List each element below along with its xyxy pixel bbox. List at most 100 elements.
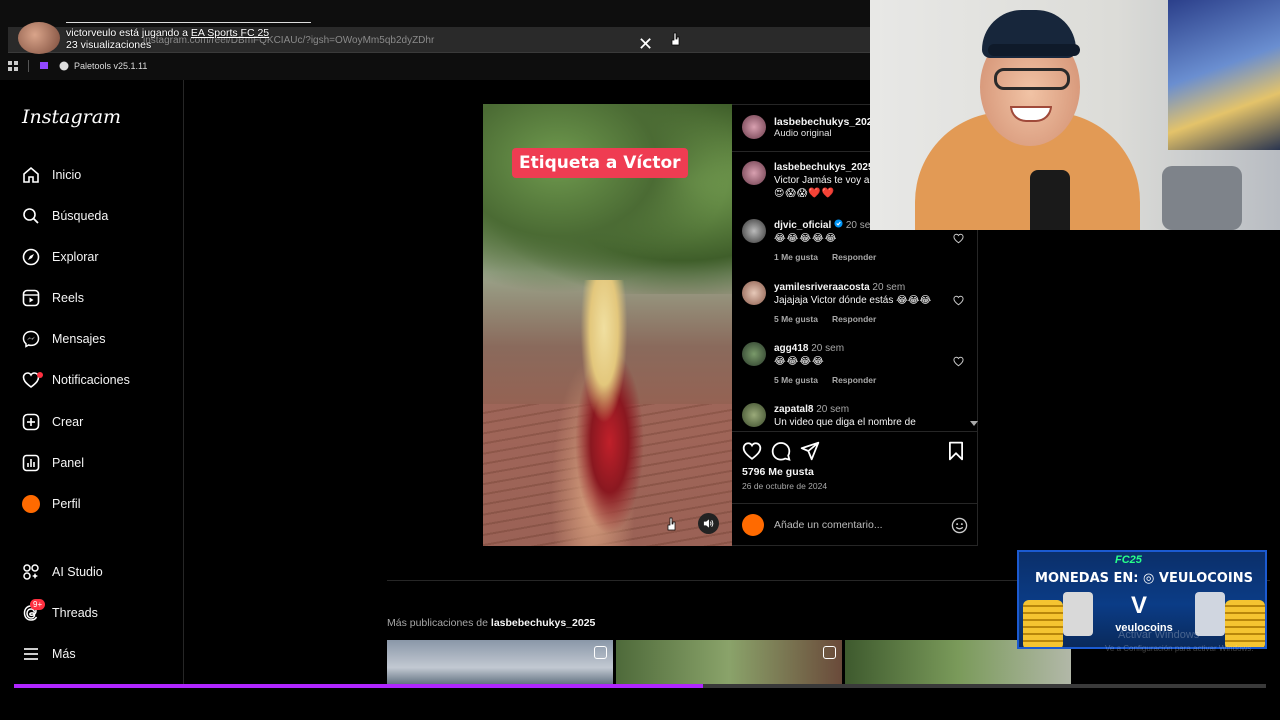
- stream-progress-fill: [14, 684, 703, 688]
- notification-dot: [37, 372, 43, 378]
- fc25-logo: FC25: [1115, 554, 1142, 566]
- sidebar-item-inicio[interactable]: Inicio: [22, 163, 81, 187]
- reel-indicator-icon: [823, 646, 836, 659]
- reply-button[interactable]: Responder: [832, 314, 876, 324]
- comment-avatar[interactable]: [742, 342, 766, 366]
- sidebar-item-mensajes[interactable]: Mensajes: [22, 327, 106, 351]
- reply-button[interactable]: Responder: [832, 375, 876, 385]
- bookmark-paletools[interactable]: Paletools v25.1.11: [59, 61, 147, 71]
- sidebar-item-busqueda[interactable]: Búsqueda: [22, 204, 108, 228]
- sidebar: Instagram Inicio Búsqueda Explorar Reels…: [0, 80, 184, 686]
- sidebar-item-crear[interactable]: Crear: [22, 410, 83, 434]
- sidebar-item-label: Panel: [52, 456, 84, 470]
- author-username[interactable]: lasbebechukys_2025: [774, 116, 879, 128]
- comment-input[interactable]: Añade un comentario...: [774, 519, 941, 531]
- post-actions: [742, 441, 968, 463]
- stream-game-link[interactable]: EA Sports FC 25: [191, 27, 269, 39]
- actions-divider: [732, 431, 978, 432]
- threads-icon-wrap: 9+: [22, 599, 46, 622]
- comment-username[interactable]: zapatal8: [774, 404, 813, 415]
- promo-title: MONEDAS EN: ◎ VEULOCOINS: [1035, 571, 1253, 586]
- emoji-icon[interactable]: [951, 517, 968, 534]
- sidebar-item-explorar[interactable]: Explorar: [22, 245, 99, 269]
- sidebar-item-label: AI Studio: [52, 565, 103, 579]
- audio-label[interactable]: Audio original: [774, 128, 879, 139]
- sidebar-item-notificaciones[interactable]: Notificaciones: [22, 368, 130, 392]
- comment-avatar[interactable]: [742, 219, 766, 243]
- bookmark-divider: [28, 60, 29, 72]
- compass-icon: [22, 248, 40, 266]
- video-overlay-text: Etiqueta a Víctor: [512, 148, 688, 178]
- comment-like-icon[interactable]: [953, 233, 964, 244]
- sidebar-item-threads[interactable]: 9+ Threads: [22, 599, 98, 625]
- close-icon[interactable]: ✕: [638, 35, 653, 53]
- search-icon: [23, 208, 39, 224]
- comment-avatar[interactable]: [742, 403, 766, 427]
- stream-progress-bar[interactable]: [14, 684, 1266, 688]
- comment-likes[interactable]: 5 Me gusta: [774, 314, 818, 324]
- twitch-icon[interactable]: [39, 61, 49, 71]
- paletools-icon: [59, 61, 69, 71]
- chart-icon: [22, 454, 40, 472]
- comment-likes[interactable]: 1 Me gusta: [774, 252, 818, 262]
- scroll-down-arrow[interactable]: [970, 421, 978, 426]
- ai-studio-icon: [23, 564, 39, 580]
- caption-emojis: 😍😱😱❤️❤️: [774, 188, 836, 199]
- webcam-glasses: [994, 68, 1070, 90]
- own-avatar: [742, 514, 764, 536]
- save-icon[interactable]: [946, 441, 966, 461]
- apps-grid-icon[interactable]: [8, 61, 18, 71]
- video-person: [549, 280, 659, 546]
- comment-likes[interactable]: 5 Me gusta: [774, 375, 818, 385]
- comment-box: Añade un comentario...: [742, 513, 968, 537]
- comment-icon[interactable]: [771, 441, 791, 461]
- sidebar-item-panel[interactable]: Panel: [22, 451, 84, 475]
- sidebar-item-reels[interactable]: Reels: [22, 286, 84, 310]
- webcam-chair: [1162, 166, 1242, 230]
- streamer-avatar: [18, 22, 60, 54]
- sidebar-item-ai-studio[interactable]: AI Studio: [22, 560, 103, 584]
- caption-username[interactable]: lasbebechukys_2025: [774, 162, 874, 173]
- video-trees: [483, 104, 732, 294]
- caption-avatar[interactable]: [742, 161, 766, 185]
- heart-icon-wrap: [22, 371, 43, 389]
- post-date: 26 de octubre de 2024: [742, 481, 828, 491]
- hand-cursor-icon: [671, 32, 680, 46]
- speaker-icon: [703, 519, 714, 528]
- related-post-thumbnail[interactable]: [616, 640, 842, 686]
- sidebar-item-label: Threads: [52, 606, 98, 620]
- sidebar-item-perfil[interactable]: Perfil: [22, 492, 80, 516]
- bookmarks-bar: Paletools v25.1.11: [8, 55, 870, 77]
- more-posts-user[interactable]: lasbebechukys_2025: [491, 617, 596, 629]
- coins-stack-right: [1225, 600, 1265, 647]
- like-icon[interactable]: [742, 441, 762, 461]
- comment-item: yamilesriveraacosta 20 sem Jajajaja Vict…: [742, 281, 964, 326]
- sidebar-item-mas[interactable]: Más: [22, 642, 76, 666]
- comment-avatar[interactable]: [742, 281, 766, 305]
- sidebar-item-label: Mensajes: [52, 332, 106, 346]
- sidebar-item-label: Crear: [52, 415, 84, 429]
- related-post-thumbnail[interactable]: [387, 640, 613, 686]
- post-header: lasbebechukys_2025 Audio original: [742, 115, 879, 139]
- like-count[interactable]: 5796 Me gusta: [742, 466, 814, 478]
- sidebar-item-label: Notificaciones: [52, 373, 130, 387]
- comment-username[interactable]: agg418: [774, 343, 808, 354]
- webcam-microphone: [1030, 170, 1070, 230]
- comment-like-icon[interactable]: [953, 295, 964, 306]
- mute-button[interactable]: [698, 513, 719, 534]
- more-posts-prefix: Más publicaciones de: [387, 617, 491, 629]
- author-avatar[interactable]: [742, 115, 766, 139]
- comment-text: Jajajaja Victor dónde estás 😂😂😂: [774, 295, 932, 306]
- comment-text: Un video que diga el nombre de: [774, 417, 916, 428]
- bookmark-paletools-label: Paletools v25.1.11: [74, 61, 148, 71]
- webcam-overlay: [870, 0, 1280, 230]
- veulocoins-logo-icon: V: [1131, 592, 1148, 619]
- sidebar-item-label: Explorar: [52, 250, 99, 264]
- webcam-cap-bill: [988, 44, 1080, 56]
- instagram-logo[interactable]: Instagram: [22, 106, 121, 128]
- reply-button[interactable]: Responder: [832, 252, 876, 262]
- share-icon[interactable]: [800, 441, 820, 461]
- comment-like-icon[interactable]: [953, 356, 964, 367]
- comment-username[interactable]: djvic_oficial: [774, 220, 831, 231]
- comment-username[interactable]: yamilesriveraacosta: [774, 282, 870, 293]
